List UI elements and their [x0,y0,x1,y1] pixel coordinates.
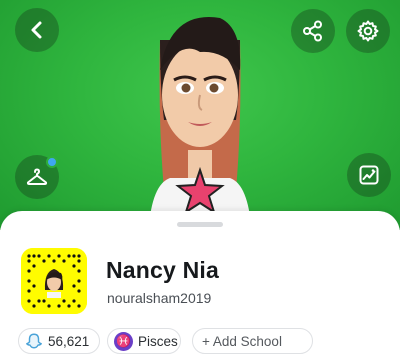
photo-icon [359,165,379,185]
chevron-left-icon [31,21,42,39]
snap-score-chip[interactable]: 56,621 [18,328,100,354]
bitmoji-selfie-button[interactable] [347,153,391,197]
hanger-icon [26,168,48,185]
zodiac-chip[interactable]: ♓ Pisces [107,328,181,354]
zodiac-label: Pisces [138,333,178,349]
bitmoji-header [0,0,400,230]
share-button[interactable] [291,9,335,53]
bitmoji-avatar[interactable] [130,0,270,230]
username: nouralsham2019 [107,290,212,306]
notification-dot [46,156,58,168]
profile-card: Nancy Nia nouralsham2019 56,621 ♓ Pisces… [0,211,400,364]
pisces-icon: ♓ [114,331,133,351]
change-outfit-button[interactable] [15,155,59,199]
drag-handle[interactable] [177,222,223,227]
add-school-button[interactable]: + Add School [192,328,313,354]
snap-score-value: 56,621 [48,333,90,349]
settings-button[interactable] [346,9,390,53]
gear-icon [357,20,379,42]
add-school-label: + Add School [202,333,282,349]
display-name: Nancy Nia [106,257,220,283]
ghost-icon [26,333,42,349]
back-button[interactable] [15,8,59,52]
share-icon [303,20,322,42]
snapcode[interactable] [21,248,87,314]
